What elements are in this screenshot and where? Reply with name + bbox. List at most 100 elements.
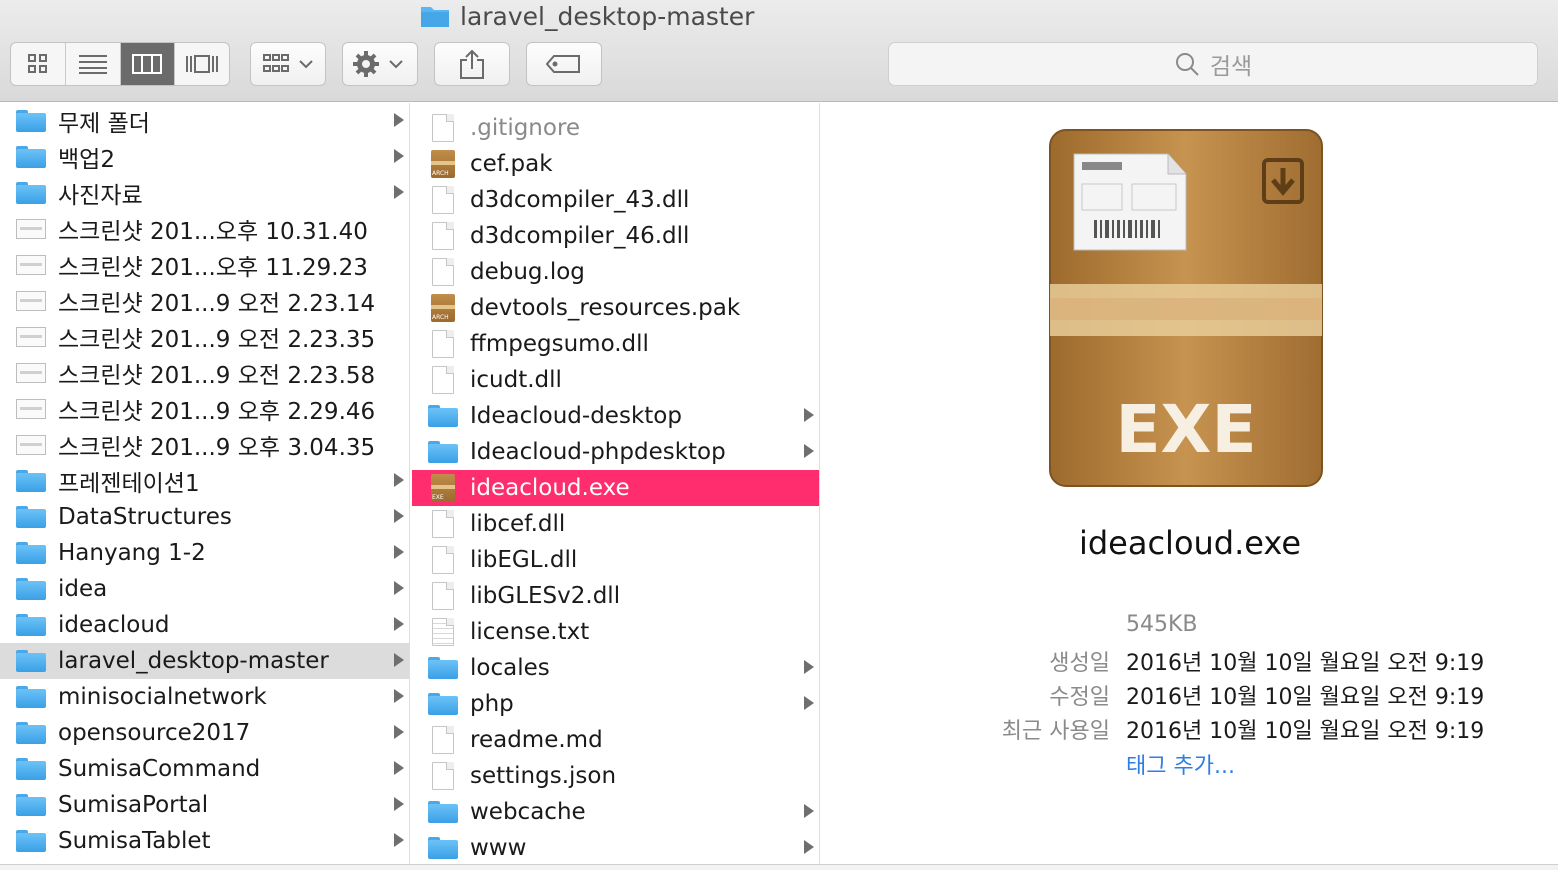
folder-icon <box>428 835 458 861</box>
document-icon <box>428 222 458 250</box>
folder-row[interactable]: Ideacloud-phpdesktop <box>412 434 819 470</box>
disclosure-arrow-icon <box>394 617 404 631</box>
view-list-icon[interactable] <box>66 43 121 85</box>
folder-row[interactable]: 프레젠테이션1 <box>0 463 409 499</box>
meta-created-label: 생성일 <box>1049 651 1110 676</box>
file-row[interactable]: debug.log <box>412 254 819 290</box>
row-label: 프레젠테이션1 <box>58 471 200 497</box>
folder-icon <box>428 799 458 825</box>
row-label: 백업2 <box>58 147 115 173</box>
row-label: SumisaCommand <box>58 756 261 782</box>
screenshot-file-icon <box>16 360 46 386</box>
disclosure-arrow-icon <box>394 545 404 559</box>
disclosure-arrow-icon <box>804 408 814 422</box>
share-button[interactable] <box>434 42 510 86</box>
folder-row[interactable]: SumisaTablet <box>0 823 409 859</box>
path-bar <box>0 864 1558 870</box>
screenshot-file-icon <box>16 216 46 242</box>
preview-filename: ideacloud.exe <box>1078 524 1302 562</box>
row-label: .gitignore <box>470 115 581 141</box>
meta-last-opened-value: 2016년 10월 10일 월요일 오전 9:19 <box>1126 719 1485 744</box>
disclosure-arrow-icon <box>804 444 814 458</box>
folder-icon <box>16 468 46 494</box>
folder-row[interactable]: 백업2 <box>0 139 409 175</box>
row-label: ideacloud <box>58 612 170 638</box>
view-columns-icon[interactable] <box>120 43 176 85</box>
file-row[interactable]: libGLESv2.dll <box>412 578 819 614</box>
view-icons-icon[interactable] <box>11 43 66 85</box>
screenshot-file-icon <box>16 396 46 422</box>
file-row[interactable]: settings.json <box>412 758 819 794</box>
screenshot-file-icon <box>16 288 46 314</box>
file-row[interactable]: 스크린샷 201...9 오후 3.04.35 <box>0 427 409 463</box>
folder-row[interactable]: DataStructures <box>0 499 409 535</box>
row-label: libEGL.dll <box>470 547 578 573</box>
row-label: www <box>470 835 527 861</box>
view-coverflow-icon[interactable] <box>175 43 229 85</box>
folder-icon <box>16 108 46 134</box>
row-label: libcef.dll <box>470 511 566 537</box>
file-row[interactable]: devtools_resources.pak <box>412 290 819 326</box>
file-row[interactable]: ffmpegsumo.dll <box>412 326 819 362</box>
document-icon <box>428 546 458 574</box>
disclosure-arrow-icon <box>394 185 404 199</box>
file-row[interactable]: d3dcompiler_43.dll <box>412 182 819 218</box>
disclosure-arrow-icon <box>804 804 814 818</box>
folder-icon <box>16 540 46 566</box>
disclosure-arrow-icon <box>394 149 404 163</box>
tag-button[interactable] <box>526 42 602 86</box>
disclosure-arrow-icon <box>804 840 814 854</box>
text-file-icon <box>428 618 458 646</box>
folder-row[interactable]: SumisaPortal <box>0 787 409 823</box>
meta-created-value: 2016년 10월 10일 월요일 오전 9:19 <box>1126 651 1485 676</box>
group-button[interactable] <box>250 42 326 86</box>
file-row[interactable]: 스크린샷 201...9 오후 2.29.46 <box>0 391 409 427</box>
folder-icon <box>16 792 46 818</box>
add-tag-link[interactable]: 태그 추가... <box>1126 748 1235 780</box>
file-row[interactable]: ideacloud.exe <box>412 470 819 506</box>
file-row[interactable]: 스크린샷 201...오후 11.29.23 <box>0 247 409 283</box>
row-label: 사진자료 <box>58 183 143 209</box>
row-label: libGLESv2.dll <box>470 583 621 609</box>
folder-row[interactable]: Ideacloud-desktop <box>412 398 819 434</box>
folder-row[interactable]: ideacloud <box>0 607 409 643</box>
meta-modified: 수정일 2016년 10월 10일 월요일 오전 9:19 <box>0 678 1558 712</box>
folder-icon <box>16 180 46 206</box>
column-parent: 무제 폴더 백업2 사진자료 스크린샷 201...오후 10.31.40 스크린샷 2… <box>0 103 410 864</box>
search-input[interactable]: 검색 <box>888 42 1538 86</box>
folder-icon <box>16 576 46 602</box>
row-label: debug.log <box>470 259 585 285</box>
folder-row[interactable]: 무제 폴더 <box>0 103 409 139</box>
folder-icon <box>421 7 449 27</box>
row-label: 스크린샷 201...9 오전 2.23.14 <box>58 291 376 317</box>
file-row[interactable]: cef.pak <box>412 146 819 182</box>
folder-row[interactable]: Hanyang 1-2 <box>0 535 409 571</box>
folder-row[interactable]: idea <box>0 571 409 607</box>
file-row[interactable]: libEGL.dll <box>412 542 819 578</box>
file-row[interactable]: icudt.dll <box>412 362 819 398</box>
file-row[interactable]: 스크린샷 201...9 오전 2.23.14 <box>0 283 409 319</box>
screenshot-file-icon <box>16 252 46 278</box>
document-icon <box>428 582 458 610</box>
folder-row[interactable]: 사진자료 <box>0 175 409 211</box>
file-row[interactable]: 스크린샷 201...9 오전 2.23.35 <box>0 319 409 355</box>
meta-last-opened-label: 최근 사용일 <box>1001 719 1110 744</box>
row-label: d3dcompiler_43.dll <box>470 187 690 213</box>
folder-row[interactable]: SumisaCommand <box>0 751 409 787</box>
meta-last-opened: 최근 사용일 2016년 10월 10일 월요일 오전 9:19 <box>0 712 1558 746</box>
row-label: settings.json <box>470 763 617 789</box>
file-row[interactable]: 스크린샷 201...오후 10.31.40 <box>0 211 409 247</box>
row-label: 스크린샷 201...9 오전 2.23.35 <box>58 327 376 353</box>
document-icon <box>428 762 458 790</box>
file-row[interactable]: d3dcompiler_46.dll <box>412 218 819 254</box>
search-placeholder: 검색 <box>1209 54 1253 80</box>
folder-row[interactable]: www <box>412 830 819 864</box>
folder-row[interactable]: webcache <box>412 794 819 830</box>
file-row[interactable]: 스크린샷 201...9 오전 2.23.58 <box>0 355 409 391</box>
action-button[interactable] <box>342 42 418 86</box>
file-row[interactable]: libcef.dll <box>412 506 819 542</box>
document-icon <box>428 366 458 394</box>
file-row[interactable]: .gitignore <box>412 110 819 146</box>
document-icon <box>428 114 458 142</box>
meta-modified-value: 2016년 10월 10일 월요일 오전 9:19 <box>1126 685 1485 710</box>
